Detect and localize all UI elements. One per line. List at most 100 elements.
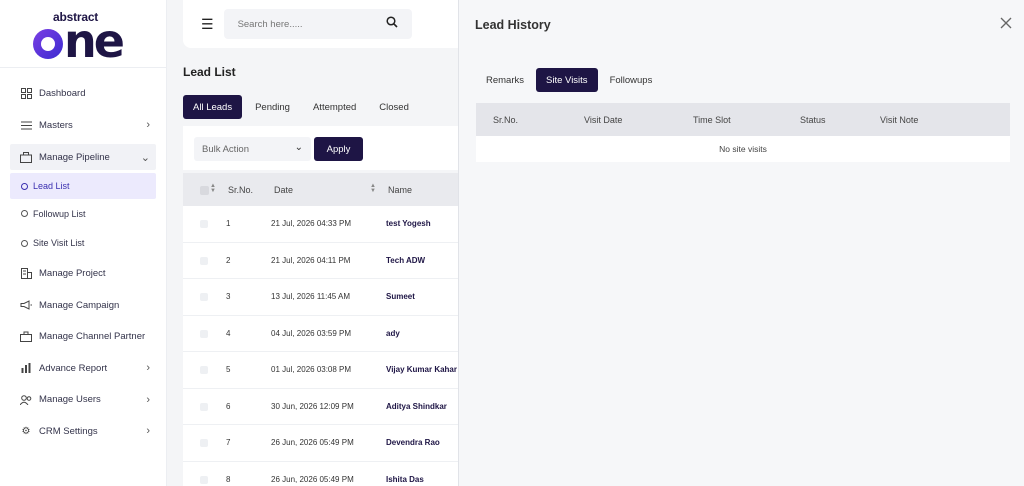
tab-followups[interactable]: Followups [600, 68, 663, 92]
search-input[interactable] [237, 18, 378, 30]
row-srno: 2 [226, 255, 231, 265]
table-row[interactable]: 7 26 Jun, 2026 05:49 PM Devendra Rao [183, 425, 473, 462]
sidebar-item-label: Manage Pipeline [39, 151, 110, 163]
sidebar-subitem-site-visit-list[interactable]: Site Visit List [0, 229, 166, 259]
row-name[interactable]: Vijay Kumar Kahar [386, 365, 457, 374]
sidebar-item-label: Manage Campaign [39, 299, 120, 311]
top-bar: ☰ [183, 0, 473, 48]
row-name[interactable]: Devendra Rao [386, 438, 440, 447]
chevron-right-icon: › [146, 119, 150, 132]
sidebar-item-label: Manage Project [39, 268, 106, 280]
column-header-date: Date [274, 185, 294, 195]
list-icon [20, 119, 32, 131]
row-checkbox[interactable] [200, 366, 208, 374]
logo-mark: abstract ne [31, 8, 135, 64]
chevron-right-icon: › [146, 425, 150, 438]
tab-attempted[interactable]: Attempted [303, 95, 366, 119]
lead-history-drawer: Lead History Remarks Site Visits Followu… [458, 0, 1024, 486]
table-row[interactable]: 1 21 Jul, 2026 04:33 PM test Yogesh [183, 206, 473, 243]
gear-icon: ⚙ [21, 425, 31, 437]
table-row[interactable]: 4 04 Jul, 2026 03:59 PM ady [183, 315, 473, 352]
sidebar-item-manage-pipeline[interactable]: Manage Pipeline ⌄ [10, 144, 156, 170]
sort-icon[interactable]: ▲ ▼ [370, 183, 376, 194]
row-checkbox[interactable] [200, 329, 208, 338]
sidebar-item-dashboard[interactable]: Dashboard [0, 78, 166, 110]
row-date: 01 Jul, 2026 03:08 PM [271, 365, 352, 374]
circle-icon [21, 210, 28, 218]
sidebar-item-label: Manage Channel Partner [39, 331, 146, 343]
row-checkbox[interactable] [200, 220, 208, 228]
row-srno: 8 [226, 474, 231, 484]
sidebar-item-advance-report[interactable]: Advance Report › [0, 353, 166, 385]
row-date: 21 Jul, 2026 04:11 PM [271, 255, 351, 265]
sidebar-subitem-label: Site Visit List [33, 238, 85, 249]
row-name[interactable]: Tech ADW [386, 256, 425, 265]
row-name[interactable]: Aditya Shindkar [386, 402, 447, 411]
tab-site-visits[interactable]: Site Visits [536, 68, 598, 92]
chevron-down-icon: ⌄ [140, 151, 150, 164]
search-icon[interactable] [386, 16, 398, 31]
drawer-title: Lead History [475, 18, 551, 32]
building-icon [20, 268, 32, 280]
row-checkbox[interactable] [200, 439, 208, 447]
sidebar-item-masters[interactable]: Masters › [0, 110, 166, 142]
sidebar-item-manage-channel-partner[interactable]: Manage Channel Partner [0, 321, 166, 353]
circle-icon [21, 182, 28, 190]
row-date: 04 Jul, 2026 03:59 PM [271, 328, 352, 338]
sidebar-subitem-label: Lead List [33, 181, 70, 191]
hamburger-icon[interactable]: ☰ [201, 16, 214, 33]
row-srno: 1 [226, 219, 231, 228]
row-srno: 5 [226, 365, 231, 374]
sidebar-item-manage-users[interactable]: Manage Users › [0, 384, 166, 416]
sidebar-subitem-label: Followup List [33, 208, 86, 219]
sidebar-subitem-followup-list[interactable]: Followup List [0, 199, 166, 229]
table-row[interactable]: 2 21 Jul, 2026 04:11 PM Tech ADW [183, 242, 473, 279]
apply-button[interactable]: Apply [314, 137, 363, 161]
lead-tabs: All Leads Pending Attempted Closed [183, 95, 422, 119]
row-name[interactable]: Ishita Das [386, 475, 424, 484]
empty-state-message: No site visits [476, 136, 1010, 162]
sidebar-item-crm-settings[interactable]: ⚙ CRM Settings › [0, 416, 166, 448]
chevron-right-icon: › [146, 393, 150, 406]
sidebar-item-manage-campaign[interactable]: Manage Campaign [0, 290, 166, 322]
row-name[interactable]: Sumeet [386, 292, 415, 301]
sidebar-subitem-lead-list[interactable]: Lead List [10, 173, 156, 199]
column-header-status: Status [800, 115, 826, 125]
table-row[interactable]: 6 30 Jun, 2026 12:09 PM Aditya Shindkar [183, 388, 473, 425]
bulk-action-select[interactable]: Bulk Action ⌄ [194, 137, 311, 161]
table-row[interactable]: 3 13 Jul, 2026 11:45 AM Sumeet [183, 279, 473, 316]
row-checkbox[interactable] [200, 256, 208, 265]
sidebar: abstract ne Dashboard Masters › Manage P… [0, 0, 167, 486]
bulk-action-panel: Bulk Action ⌄ Apply [183, 126, 473, 170]
tab-remarks[interactable]: Remarks [476, 68, 534, 92]
row-date: 13 Jul, 2026 11:45 AM [271, 292, 351, 301]
table-row[interactable]: 5 01 Jul, 2026 03:08 PM Vijay Kumar Kaha… [183, 352, 473, 389]
row-checkbox[interactable] [200, 402, 208, 411]
select-all-checkbox[interactable] [200, 186, 209, 195]
sidebar-item-manage-project[interactable]: Manage Project [0, 258, 166, 290]
column-header-srno: Sr.No. [228, 185, 254, 195]
table-row[interactable]: 8 26 Jun, 2026 05:49 PM Ishita Das [183, 461, 473, 486]
chevron-right-icon: › [146, 362, 150, 375]
tab-all-leads[interactable]: All Leads [183, 95, 243, 119]
sidebar-nav: Dashboard Masters › Manage Pipeline ⌄ Le… [0, 68, 166, 447]
row-name[interactable]: ady [386, 329, 400, 338]
chevron-down-icon: ⌄ [294, 142, 303, 153]
row-srno: 7 [226, 438, 231, 447]
close-icon[interactable] [1000, 17, 1012, 33]
sidebar-item-label: Masters [39, 119, 73, 131]
tab-closed[interactable]: Closed [369, 95, 419, 119]
row-date: 21 Jul, 2026 04:33 PM [271, 219, 352, 228]
pipeline-icon [20, 151, 32, 163]
sort-icon[interactable]: ▲ ▼ [210, 183, 216, 194]
site-visits-table: Sr.No. Visit Date Time Slot Status Visit… [476, 103, 1010, 162]
sidebar-item-label: Advance Report [39, 362, 108, 374]
megaphone-icon [20, 299, 32, 311]
row-checkbox[interactable] [200, 293, 208, 301]
row-name[interactable]: test Yogesh [386, 219, 431, 228]
search-box [223, 9, 412, 39]
tab-pending[interactable]: Pending [245, 95, 300, 119]
row-srno: 4 [226, 328, 231, 338]
row-checkbox[interactable] [200, 475, 208, 484]
logo[interactable]: abstract ne [0, 0, 166, 68]
